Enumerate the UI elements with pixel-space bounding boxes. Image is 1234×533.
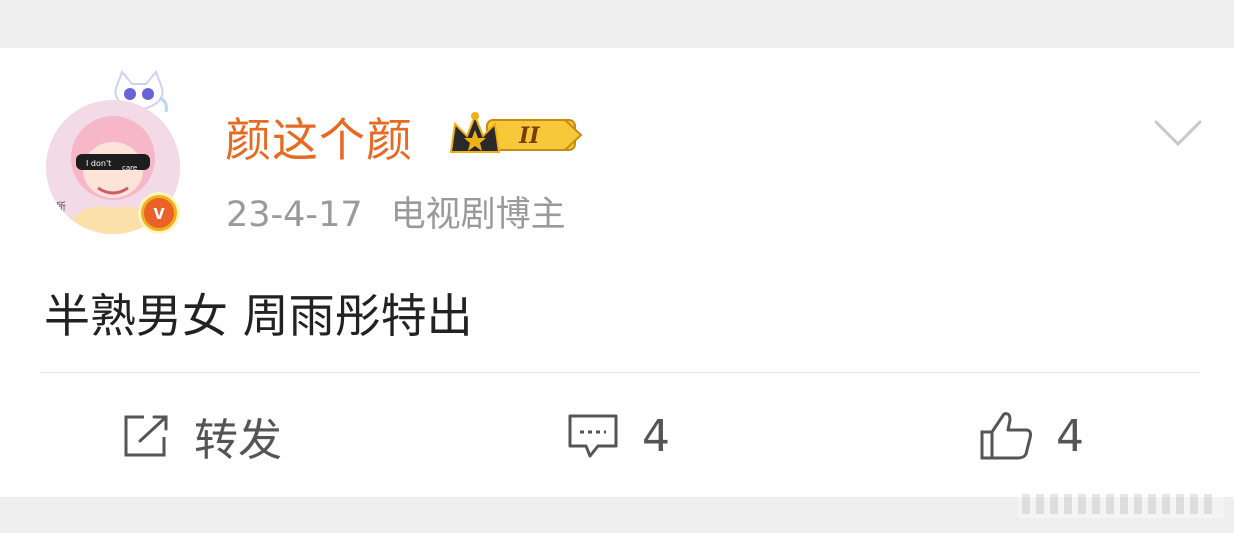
username[interactable]: 颜这个颜 <box>225 104 413 170</box>
svg-text:无所: 无所 <box>46 201 66 213</box>
verified-v-icon: v <box>138 192 180 234</box>
like-button[interactable]: 4 <box>978 408 1084 464</box>
chevron-down-icon[interactable] <box>1152 116 1204 148</box>
post-date: 23-4-17 <box>226 195 363 235</box>
crown-level-icon[interactable]: II <box>447 106 583 162</box>
like-icon <box>980 412 1032 460</box>
forward-icon <box>124 415 168 457</box>
user-role: 电视剧博主 <box>390 195 566 235</box>
watermark-icon <box>1018 490 1224 518</box>
forward-button[interactable]: 转发 <box>120 408 282 466</box>
svg-text:I don't: I don't <box>86 159 111 168</box>
divider <box>40 372 1200 373</box>
forward-label: 转发 <box>194 415 282 466</box>
comment-count: 4 <box>642 410 670 462</box>
user-avatar-wrap[interactable]: I don't care 无所 谓 v <box>46 70 186 240</box>
svg-text:care: care <box>122 164 137 172</box>
svg-text:II: II <box>518 123 540 149</box>
like-count: 4 <box>1056 410 1084 462</box>
post-meta: 23-4-17 电视剧博主 <box>226 186 594 237</box>
post-content: 半熟男女 周雨彤特出 <box>44 289 473 343</box>
comment-button[interactable]: 4 <box>566 408 670 464</box>
comment-icon <box>568 414 618 458</box>
